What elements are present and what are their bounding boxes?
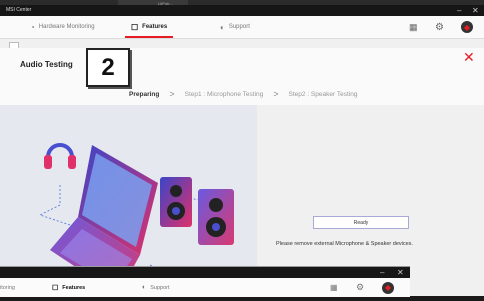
background-window-bottom: – ✕ itoring ☐ Features ◐ Support ▦ ⚙ ◆ xyxy=(0,266,410,297)
background-nav: itoring ☐ Features ◐ Support ▦ ⚙ ◆ xyxy=(0,278,410,297)
close-icon[interactable]: ✕ xyxy=(397,267,404,278)
audio-testing-dialog: Audio Testing ✕ 2 Preparing > Step1 : Mi… xyxy=(0,48,484,297)
bg-nav-features[interactable]: ☐ Features xyxy=(52,278,85,297)
bg-nav-hardware-monitoring[interactable]: itoring xyxy=(0,278,15,297)
gear-icon[interactable]: ⚙ xyxy=(356,278,364,297)
dragon-icon: ◆ xyxy=(382,281,394,294)
main-window: MSI Center – ✕ ◔ Hardware Monitoring ☐ F… xyxy=(0,5,484,297)
step-badge: 2 xyxy=(86,48,130,87)
nav-label: Features xyxy=(142,24,168,30)
features-icon: ☐ xyxy=(52,284,59,292)
speaker-icon xyxy=(198,189,234,245)
speaker-icon xyxy=(160,177,192,227)
gauge-icon: ◔ xyxy=(30,22,35,32)
minimize-button[interactable]: – xyxy=(457,5,461,16)
app-title: MSI Center xyxy=(6,7,32,13)
ready-button[interactable]: Ready xyxy=(313,216,409,229)
user-avatar[interactable]: ◆ xyxy=(382,278,394,297)
step-microphone-testing: Step1 : Microphone Testing xyxy=(184,90,264,98)
nav-features[interactable]: ☐ Features xyxy=(124,16,174,38)
close-icon[interactable]: ✕ xyxy=(463,50,475,64)
bg-nav-support[interactable]: ◐ Support xyxy=(142,278,170,297)
features-icon: ☐ xyxy=(131,22,139,32)
nav-label: Hardware Monitoring xyxy=(38,24,95,30)
support-icon: ◐ xyxy=(220,22,225,32)
chevron-right-icon: > xyxy=(273,89,279,99)
nav-hardware-monitoring[interactable]: ◔ Hardware Monitoring xyxy=(30,16,95,38)
gear-icon[interactable]: ⚙ xyxy=(435,16,444,38)
close-window-button[interactable]: ✕ xyxy=(472,5,479,16)
nav-label: Support xyxy=(228,24,250,30)
minimize-icon[interactable]: – xyxy=(380,267,384,278)
grid-icon[interactable]: ▦ xyxy=(409,16,418,38)
nav-label: itoring xyxy=(0,284,15,291)
dialog-title: Audio Testing xyxy=(20,60,73,69)
dragon-icon: ◆ xyxy=(461,21,473,33)
title-bar: MSI Center – ✕ xyxy=(0,5,484,16)
user-avatar[interactable]: ◆ xyxy=(461,16,473,38)
nav-support[interactable]: ◐ Support xyxy=(220,16,250,38)
nav-label: Features xyxy=(62,284,86,291)
grid-icon[interactable]: ▦ xyxy=(330,278,338,297)
nav-label: Support xyxy=(150,284,170,291)
step-preparing: Preparing xyxy=(129,90,160,98)
headphones-icon xyxy=(44,143,76,169)
background-title-bar: – ✕ xyxy=(0,267,410,278)
top-nav: ◔ Hardware Monitoring ☐ Features ◐ Suppo… xyxy=(0,16,484,39)
chevron-right-icon: > xyxy=(169,89,175,99)
support-icon: ◐ xyxy=(142,284,147,291)
instruction-message: Please remove external Microphone & Spea… xyxy=(276,241,413,247)
step-speaker-testing: Step2 : Speaker Testing xyxy=(288,90,358,98)
step-indicator: Preparing > Step1 : Microphone Testing >… xyxy=(129,89,357,99)
